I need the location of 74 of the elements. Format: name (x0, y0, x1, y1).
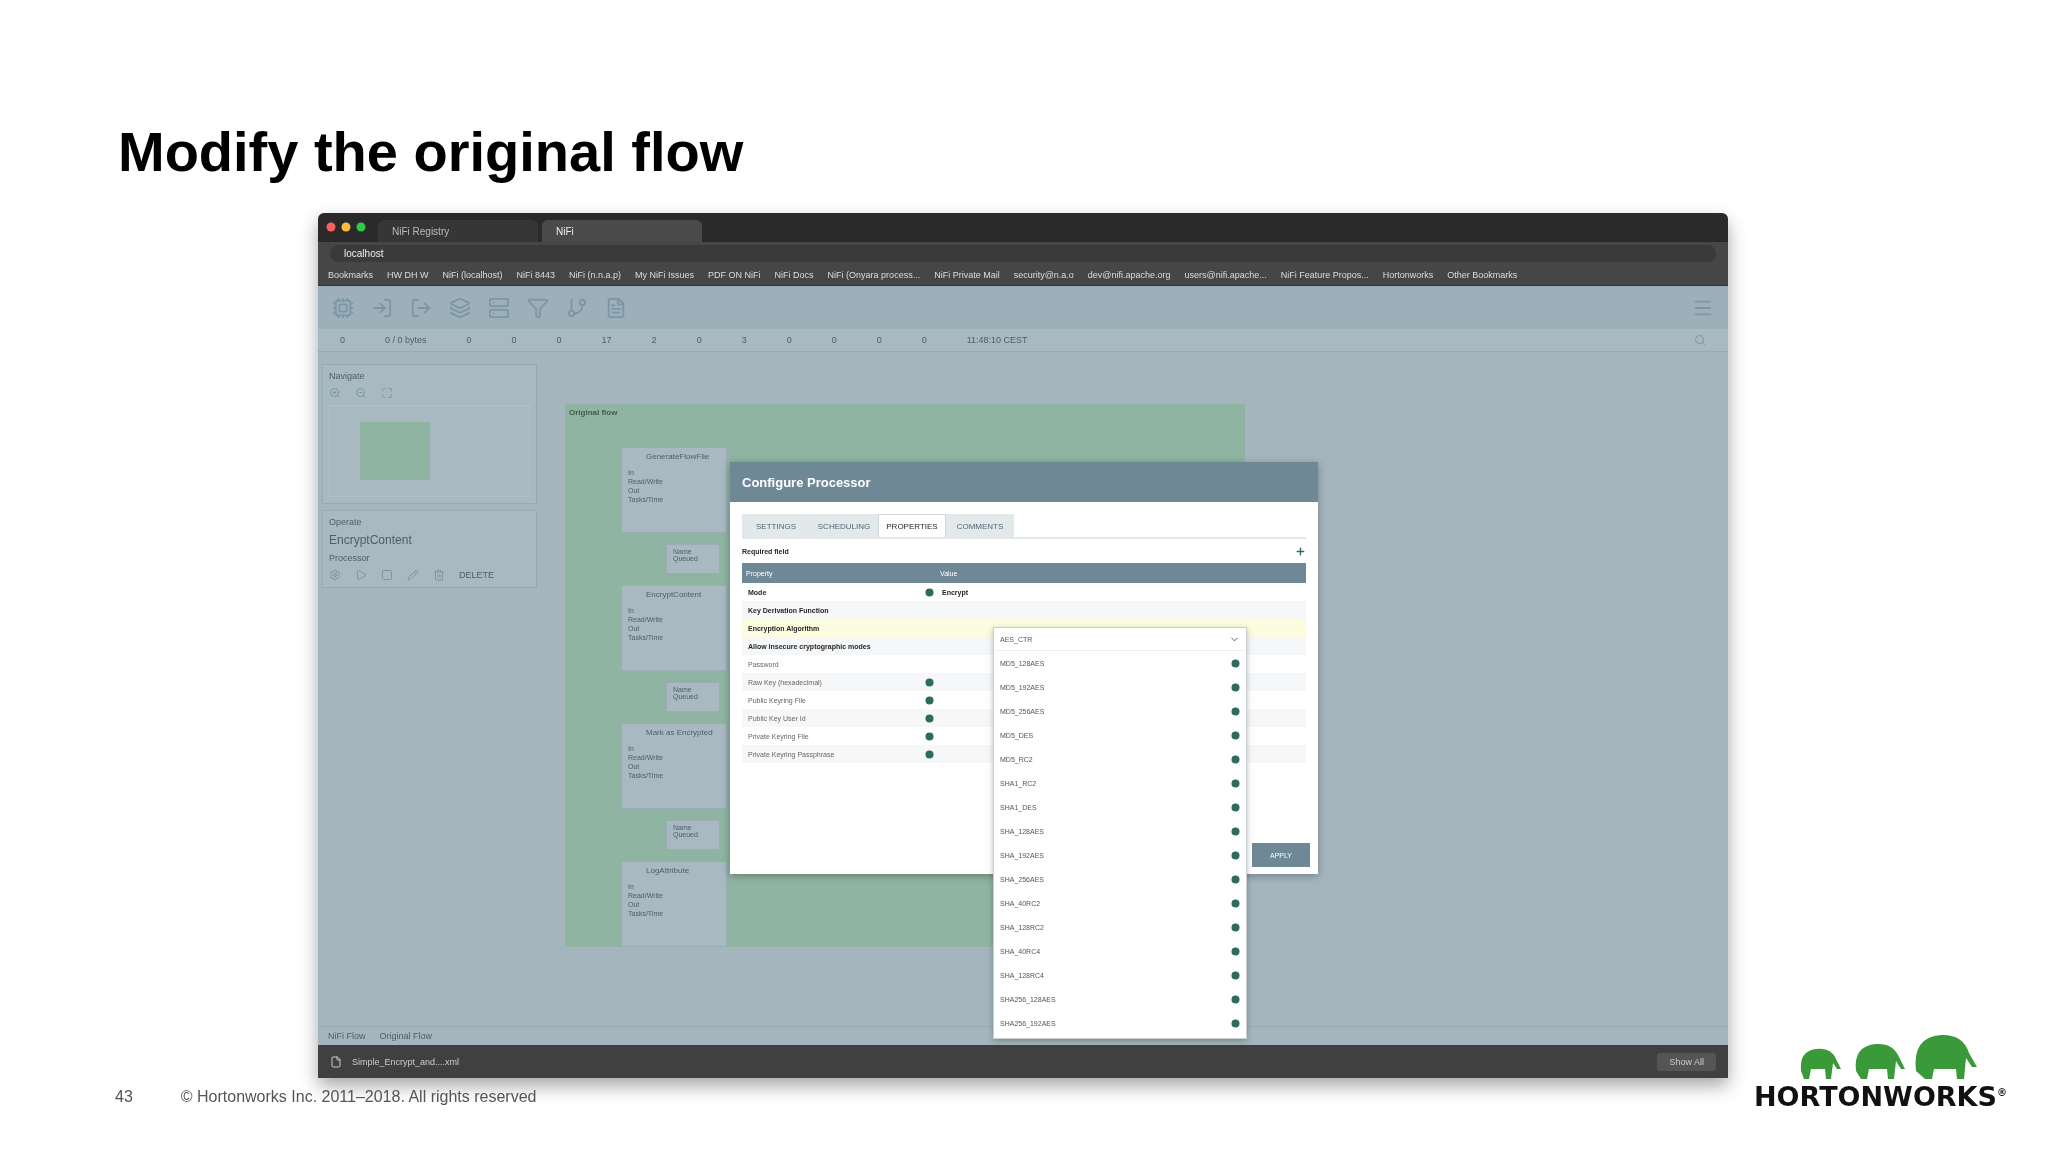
logo-text: HORTONWORKS$^{®}$ (1754, 1081, 2007, 1112)
address-field[interactable]: localhost (330, 245, 1716, 262)
help-icon[interactable] (1231, 922, 1240, 932)
bookmark-link[interactable]: Hortonworks (1382, 270, 1434, 280)
bookmark-link[interactable]: HW DH W (387, 270, 429, 280)
panel-title: Operate (329, 517, 363, 527)
status-count: 17 (601, 335, 612, 345)
help-icon[interactable] (1231, 946, 1240, 956)
status-count: 11:48:10 CEST (966, 335, 1028, 345)
browser-tab[interactable]: NiFi (542, 220, 702, 242)
dialog-title: Configure Processor (730, 462, 1318, 502)
dialog-tab[interactable]: SETTINGS (742, 514, 810, 537)
add-icon[interactable] (1295, 545, 1306, 557)
help-icon[interactable] (1231, 778, 1240, 788)
status-count: 0 (921, 335, 927, 345)
processor-name: LogAttribute (646, 866, 691, 875)
show-all-button[interactable]: Show All (1657, 1052, 1716, 1071)
help-icon[interactable] (1231, 994, 1240, 1004)
status-count: 0 (340, 335, 345, 345)
processor-name: GenerateFlowFile (646, 452, 711, 461)
status-count: 0 / 0 bytes (385, 335, 427, 345)
bookmark-link[interactable]: NiFi Private Mail (934, 270, 1000, 280)
bookmark-link[interactable]: security@n.a.o (1013, 270, 1074, 280)
status-count: 0 (466, 335, 472, 345)
help-icon[interactable] (1231, 874, 1240, 884)
slide-title: Modify the original flow (118, 119, 745, 185)
status-count: 0 (831, 335, 837, 345)
minimap-group (360, 422, 430, 480)
help-icon[interactable] (1231, 1018, 1240, 1028)
bookmark-link[interactable]: NiFi Docs (774, 270, 814, 280)
dialog-tab[interactable]: PROPERTIES (878, 514, 946, 537)
bookmark-link[interactable]: PDF ON NiFi (708, 270, 761, 280)
help-icon[interactable] (1231, 826, 1240, 836)
help-icon[interactable] (1231, 658, 1240, 668)
processor-name: Mark as Encrypted (646, 728, 714, 737)
help-icon[interactable] (1231, 682, 1240, 692)
browser-tab[interactable]: NiFi Registry (378, 220, 538, 242)
panel-title: Navigate (329, 371, 366, 381)
page-number: 43 (115, 1088, 133, 1106)
component-type: Processor (329, 553, 371, 563)
bookmark-link[interactable]: NiFi (n.n.a.p) (569, 270, 622, 280)
bookmark-link[interactable]: NiFi (localhost) (442, 270, 503, 280)
dialog-tab[interactable]: COMMENTS (946, 514, 1014, 537)
status-count: 0 (511, 335, 517, 345)
processor-name: EncryptContent (646, 590, 703, 599)
bookmark-link[interactable]: Other Bookmarks (1447, 270, 1518, 280)
status-count: 0 (696, 335, 702, 345)
bookmark-link[interactable]: Bookmarks (328, 270, 373, 280)
help-icon[interactable] (925, 587, 934, 597)
file-icon (330, 1055, 342, 1068)
help-icon[interactable] (1231, 850, 1240, 860)
help-icon[interactable] (1231, 730, 1240, 740)
dialog-tab[interactable]: SCHEDULING (810, 514, 878, 537)
copyright-text: © Hortonworks Inc. 2011–2018. All rights reserved (180, 1088, 537, 1106)
bookmark-link[interactable]: users@nifi.apache... (1184, 270, 1267, 280)
bookmark-link[interactable]: dev@nifi.apache.org (1087, 270, 1171, 280)
help-icon[interactable] (1231, 754, 1240, 764)
component-name: EncryptContent (329, 533, 413, 547)
bookmark-link[interactable]: NiFi Feature Propos... (1280, 270, 1369, 280)
help-icon[interactable] (1231, 970, 1240, 980)
help-icon[interactable] (1231, 898, 1240, 908)
bookmark-link[interactable]: NiFi 8443 (516, 270, 556, 280)
status-count: 0 (876, 335, 882, 345)
help-icon[interactable] (1231, 802, 1240, 812)
help-icon[interactable] (1231, 706, 1240, 716)
group-label: Original flow (569, 408, 619, 417)
status-count: 0 (786, 335, 792, 345)
download-file[interactable]: Simple_Encrypt_and....xml (352, 1056, 1648, 1067)
bookmark-link[interactable]: NiFi (Onyara process... (827, 270, 921, 280)
bookmark-link[interactable]: My NiFi Issues (635, 270, 695, 280)
status-count: 3 (741, 335, 747, 345)
status-count: 0 (556, 335, 562, 345)
status-count: 2 (651, 335, 657, 345)
delete-label[interactable]: DELETE (459, 570, 494, 580)
